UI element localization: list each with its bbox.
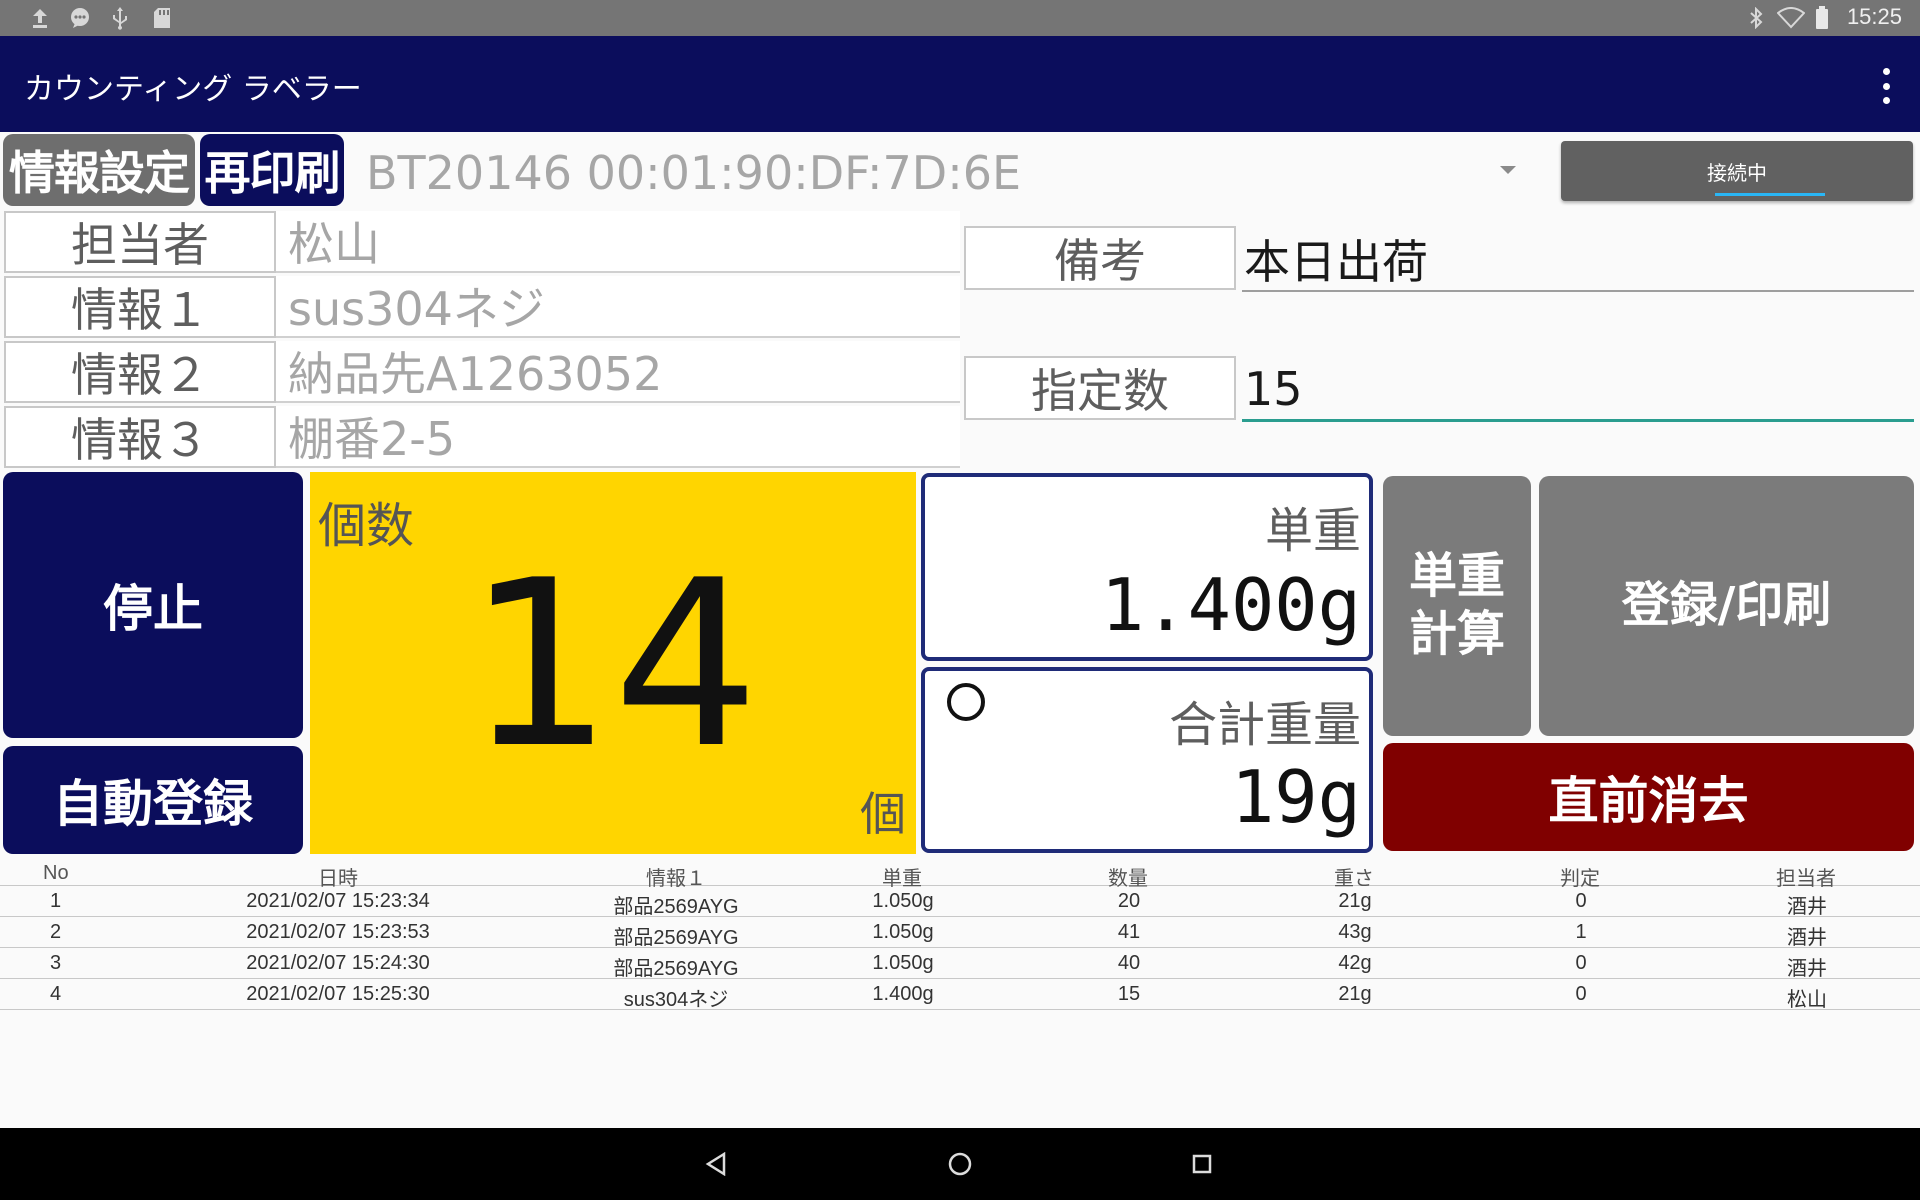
status-time: 15:25 xyxy=(1846,4,1902,29)
table-cell: 21g xyxy=(1338,983,1372,1005)
undo-last-button[interactable]: 直前消去 xyxy=(1383,743,1914,851)
table-cell: 酒井 xyxy=(1787,927,1827,949)
back-icon[interactable] xyxy=(700,1148,732,1180)
navigation-bar xyxy=(0,1128,1920,1200)
history-table: No 日時 情報１ 単重 数量 重さ 判定 担当者 1 2021/02/07 15… xyxy=(0,860,1920,1011)
stop-button[interactable]: 停止 xyxy=(3,472,303,738)
table-row[interactable]: 2 2021/02/07 15:23:53 部品2569AYG 1.050g 41 43g… xyxy=(0,917,1920,949)
table-cell: 20 xyxy=(1117,890,1141,912)
unit-weight-caption: 単重 xyxy=(1264,503,1361,559)
table-row[interactable]: 4 2021/02/07 15:25:30 sus304ネジ 1.400g 15 21g 0… xyxy=(0,979,1920,1011)
connect-button-label: 接続中 xyxy=(1707,161,1767,185)
remark-label: 備考 xyxy=(964,226,1236,290)
table-cell: 0 xyxy=(1575,952,1587,974)
table-cell: 酒井 xyxy=(1787,896,1827,918)
table-cell: 1.050g xyxy=(872,890,934,912)
table-cell: 2021/02/07 15:24:30 xyxy=(246,952,430,974)
target-count-field[interactable]: 15 xyxy=(1242,358,1914,422)
unit-weight-calc-line2: 計算 xyxy=(1408,606,1505,662)
dropdown-arrow-icon xyxy=(1500,166,1516,174)
unit-weight-value: 1.400g xyxy=(1100,563,1361,647)
sd-card-icon xyxy=(150,6,174,30)
bluetooth-icon xyxy=(1746,6,1766,30)
total-weight-value: 19g xyxy=(1230,755,1361,839)
table-cell: 40 xyxy=(1117,952,1141,974)
table-cell: 2021/02/07 15:23:53 xyxy=(246,921,430,943)
info3-label: 情報３ xyxy=(4,406,276,468)
table-cell: 1 xyxy=(50,890,62,912)
table-cell: 部品2569AYG xyxy=(613,958,739,980)
info3-field[interactable]: 棚番2-5 xyxy=(276,406,960,468)
table-cell: sus304ネジ xyxy=(623,989,729,1011)
table-cell: 2021/02/07 15:25:30 xyxy=(246,983,430,1005)
table-cell: 1.050g xyxy=(872,952,934,974)
table-cell: 部品2569AYG xyxy=(613,896,739,918)
table-cell: 2021/02/07 15:23:34 xyxy=(246,890,430,912)
table-cell: 1.400g xyxy=(872,983,934,1005)
table-row[interactable]: 3 2021/02/07 15:24:30 部品2569AYG 1.050g 40 42g… xyxy=(0,948,1920,980)
chat-icon xyxy=(68,6,92,30)
target-count-label: 指定数 xyxy=(964,356,1236,420)
total-weight-caption: 合計重量 xyxy=(1168,697,1361,753)
device-select-value: BT20146 00:01:90:DF:7D:6E xyxy=(366,146,1022,200)
table-cell: 15 xyxy=(1117,983,1141,1005)
total-weight-display: 合計重量 19g xyxy=(921,667,1373,853)
app-title: カウンティング ラベラー xyxy=(24,72,362,107)
reprint-button[interactable]: 再印刷 xyxy=(200,134,344,206)
info1-label: 情報１ xyxy=(4,276,276,338)
auto-register-button[interactable]: 自動登録 xyxy=(3,746,303,854)
table-cell: 部品2569AYG xyxy=(613,927,739,949)
remark-field[interactable]: 本日出荷 xyxy=(1242,228,1914,292)
table-cell: 2 xyxy=(50,921,62,943)
upload-icon xyxy=(28,6,52,30)
app-bar: カウンティング ラベラー xyxy=(0,36,1920,132)
table-cell: 0 xyxy=(1575,890,1587,912)
table-header: No xyxy=(43,862,69,884)
info-settings-button[interactable]: 情報設定 xyxy=(3,134,195,206)
count-value: 14 xyxy=(466,532,760,799)
table-cell: 1.050g xyxy=(872,921,934,943)
table-cell: 酒井 xyxy=(1787,958,1827,980)
info2-field[interactable]: 納品先A1263052 xyxy=(276,341,960,403)
table-cell: 0 xyxy=(1575,983,1587,1005)
status-bar: 15:25 xyxy=(0,0,1920,36)
recents-icon[interactable] xyxy=(1186,1148,1218,1180)
home-icon[interactable] xyxy=(944,1148,976,1180)
table-header-row: No 日時 情報１ 単重 数量 重さ 判定 担当者 xyxy=(0,860,1920,890)
table-cell: 21g xyxy=(1338,890,1372,912)
more-vert-icon[interactable] xyxy=(1880,68,1892,104)
table-row[interactable]: 1 2021/02/07 15:23:34 部品2569AYG 1.050g 20 21g… xyxy=(0,886,1920,918)
usb-icon xyxy=(108,6,132,30)
operator-field[interactable]: 松山 xyxy=(276,211,960,273)
count-unit: 個 xyxy=(860,787,906,841)
table-cell: 41 xyxy=(1117,921,1141,943)
table-cell: 3 xyxy=(50,952,62,974)
stable-circle-icon xyxy=(947,683,985,721)
info1-field[interactable]: sus304ネジ xyxy=(276,276,960,338)
info2-label: 情報２ xyxy=(4,341,276,403)
register-print-button[interactable]: 登録/印刷 xyxy=(1539,476,1914,736)
connect-indicator xyxy=(1715,193,1825,196)
count-display: 個数 14 個 xyxy=(310,472,916,854)
wifi-icon xyxy=(1776,6,1806,30)
table-cell: 42g xyxy=(1338,952,1372,974)
unit-weight-display: 単重 1.400g xyxy=(921,473,1373,661)
connect-button[interactable]: 接続中 xyxy=(1561,141,1913,201)
table-cell: 43g xyxy=(1338,921,1372,943)
table-cell: 松山 xyxy=(1787,989,1827,1011)
unit-weight-calc-line1: 単重 xyxy=(1408,548,1505,605)
unit-weight-calc-button[interactable]: 単重 計算 xyxy=(1383,476,1531,736)
operator-label: 担当者 xyxy=(4,211,276,273)
device-select[interactable]: BT20146 00:01:90:DF:7D:6E xyxy=(360,134,1530,206)
table-cell: 1 xyxy=(1575,921,1587,943)
table-cell: 4 xyxy=(50,983,62,1005)
battery-icon xyxy=(1814,6,1830,30)
